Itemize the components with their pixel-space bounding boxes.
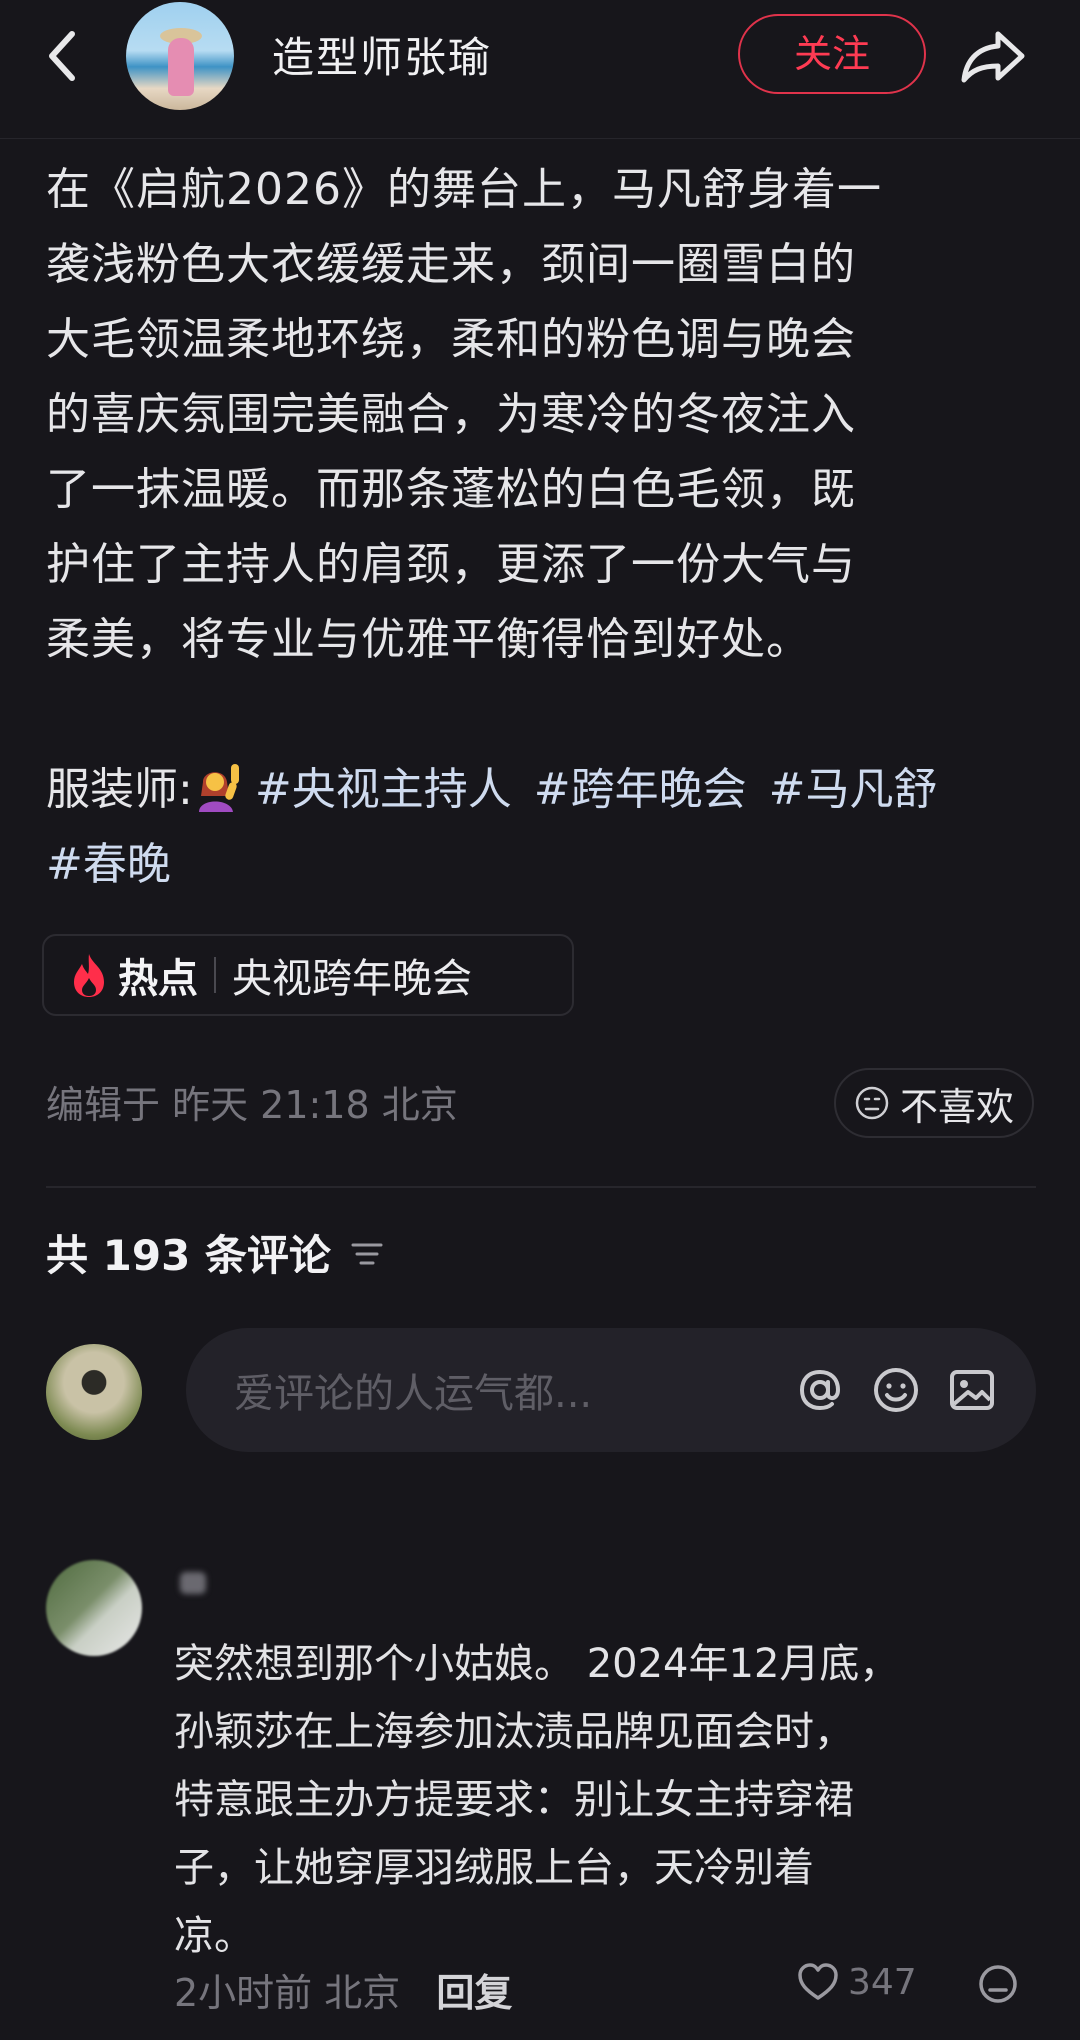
hashtag-link[interactable]: #马凡舒 [769,764,938,815]
comment-time-location: 2小时前 北京 [174,1971,401,2015]
share-button[interactable] [958,26,1028,86]
top-bar: 造型师张瑜 关注 [0,0,1080,139]
chevron-left-icon [49,31,75,81]
edit-info: 编辑于 昨天 21:18 北京 [46,1083,458,1127]
commenter-name-blurred[interactable] [180,1572,206,1594]
post-text-line: 大毛领温柔地环绕，柔和的粉色调与晚会 [46,314,856,365]
image-icon[interactable] [942,1360,1002,1420]
post-text-line: 袭浅粉色大衣缓缓走来，颈间一圈雪白的 [46,239,856,290]
person-raising-hand-icon [198,764,239,812]
hot-label: 热点 [118,956,198,1002]
comment-count: 共 193 条评论 [46,1231,331,1280]
share-arrow-icon [961,31,1025,83]
post-body: 在《启航2026》的舞台上，马凡舒身着一 袭浅粉色大衣缓缓走来，颈间一圈雪白的 … [46,152,1036,677]
author-avatar[interactable] [126,2,234,110]
comment-text: 突然想到那个小姑娘。 2024年12月底， 孙颖莎在上海参加汰渍品牌见面会时， … [174,1630,1024,1970]
comment-line: 孙颖莎在上海参加汰渍品牌见面会时， [174,1709,854,1755]
comment-like-button[interactable]: 347 [796,1960,917,2004]
post-text-line: 柔美，将专业与优雅平衡得恰到好处。 [46,614,811,665]
comment-input[interactable]: 爱评论的人运气都... [186,1328,1036,1452]
hashtag-link[interactable]: #春晚 [46,839,171,890]
commenter-avatar[interactable] [46,1560,142,1656]
comment-line: 子，让她穿厚羽绒服上台，天冷别着 [174,1845,814,1891]
chip-divider [214,957,216,993]
hashtag-link[interactable]: #央视主持人 [255,764,512,815]
back-button[interactable] [40,26,84,86]
post-text-line: 在《启航2026》的舞台上，马凡舒身着一 [46,164,882,215]
follow-button[interactable]: 关注 [738,14,926,94]
post-text-line: 了一抹温暖。而那条蓬松的白色毛领，既 [46,464,856,515]
dislike-button[interactable]: 不喜欢 [834,1068,1034,1138]
comment-input-placeholder: 爱评论的人运气都... [234,1371,593,1417]
comment-line: 突然想到那个小姑娘。 2024年12月底， [174,1641,900,1687]
tags-line: 服装师: #央视主持人 #跨年晚会 #马凡舒 #春晚 [46,752,1036,902]
divider [46,1186,1036,1188]
emoji-icon[interactable] [866,1360,926,1420]
hashtag-link[interactable]: #跨年晚会 [534,764,747,815]
hot-topic-name: 央视跨年晚会 [232,956,472,1002]
dislike-label: 不喜欢 [899,1084,1014,1129]
at-mention-icon[interactable] [790,1360,850,1420]
comments-header: 共 193 条评论 [46,1222,385,1283]
comment-meta: 2小时前 北京 回复 [174,1962,512,2017]
reply-button[interactable]: 回复 [436,1971,512,2015]
frown-face-icon [855,1086,889,1120]
like-count: 347 [848,1961,917,2003]
flame-icon [74,954,104,997]
post-text-line: 的喜庆氛围完美融合，为寒冷的冬夜注入 [46,389,856,440]
comment-line: 特意跟主办方提要求：别让女主持穿裙 [174,1777,854,1823]
post-text-line: 护住了主持人的肩颈，更添了一份大气与 [46,539,856,590]
sort-icon[interactable] [349,1235,385,1271]
stylist-prefix: 服装师: [46,764,193,815]
heart-icon [798,1963,838,2000]
my-avatar [46,1344,142,1440]
author-name[interactable]: 造型师张瑜 [272,24,492,85]
hot-topic-chip[interactable]: 热点 央视跨年晚会 [42,934,574,1016]
comment-dislike-icon[interactable] [976,1962,1020,2006]
